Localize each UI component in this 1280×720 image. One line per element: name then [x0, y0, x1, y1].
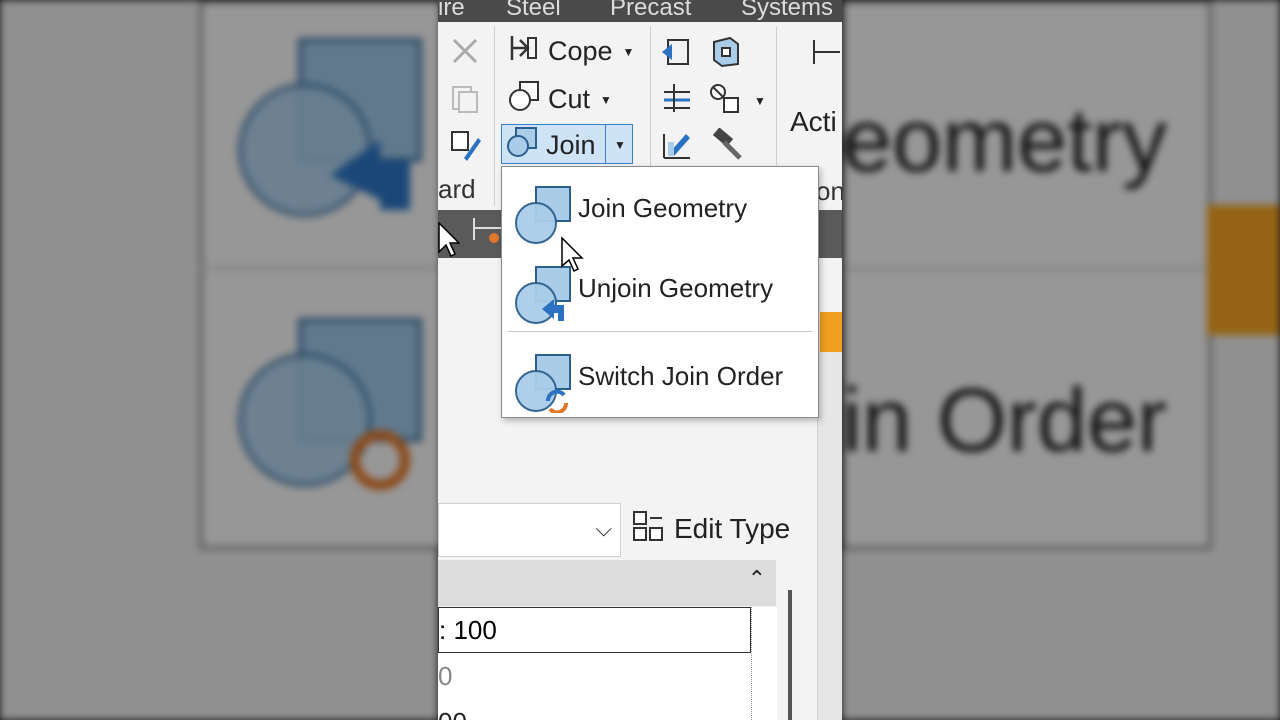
wall-opening-icon[interactable]: [710, 36, 742, 73]
properties-scrollbar[interactable]: [788, 590, 792, 720]
property-row[interactable]: : 100: [438, 607, 751, 653]
properties-group-header[interactable]: ⌃: [438, 560, 776, 606]
cope-dropdown-arrow[interactable]: ▼: [623, 45, 635, 59]
join-split-divider: [605, 125, 606, 163]
hammer-icon[interactable]: [710, 127, 744, 167]
cope-button[interactable]: Cope ▼: [508, 32, 634, 71]
tab-structure[interactable]: ire: [438, 0, 465, 22]
paint-icon[interactable]: [660, 128, 692, 167]
cut-geometry-button[interactable]: Cut ▼: [508, 80, 612, 119]
demolish-icon[interactable]: [708, 82, 742, 119]
clipboard-panel-label: ard: [438, 174, 476, 204]
menu-item-unjoin-geometry[interactable]: Unjoin Geometry: [502, 253, 818, 324]
measure-icon[interactable]: [810, 36, 842, 73]
menu-separator: [508, 331, 812, 332]
cut-scissors-icon[interactable]: [450, 36, 480, 71]
demolish-dropdown-arrow[interactable]: ▼: [754, 94, 766, 108]
property-row[interactable]: 00: [438, 699, 751, 720]
cut-geometry-icon: [508, 80, 540, 119]
cope-icon: [508, 32, 540, 71]
mouse-pointer-icon: [561, 236, 584, 273]
join-dropdown-menu: Join Geometry Unjoin Geometry Switch Joi…: [501, 166, 819, 418]
view-area-edge: [817, 320, 842, 720]
split-face-icon[interactable]: [660, 82, 692, 119]
activate-button-label[interactable]: Acti: [790, 106, 837, 138]
join-button-content[interactable]: Join: [506, 126, 596, 165]
mouse-cursor-icon: [438, 222, 460, 258]
view-tab-marker: [820, 312, 842, 352]
dim-overlay-left: [0, 0, 438, 720]
type-selector-combo[interactable]: ⌵: [438, 503, 621, 557]
match-properties-icon[interactable]: [450, 130, 482, 167]
switch-join-order-icon: [512, 351, 574, 418]
menu-item-switch-join-order[interactable]: Switch Join Order: [502, 341, 818, 415]
join-dropdown-arrow[interactable]: ▼: [614, 138, 626, 152]
chevron-down-icon[interactable]: ⌵: [595, 516, 612, 542]
tab-steel[interactable]: Steel: [506, 0, 561, 22]
property-row[interactable]: 0: [438, 653, 751, 699]
dim-overlay-right: [842, 0, 1280, 720]
ribbon-tab-bar: ire Steel Precast Systems: [438, 0, 842, 22]
join-geometry-icon: [506, 126, 538, 165]
edit-type-button[interactable]: Edit Type: [632, 505, 790, 553]
tab-systems[interactable]: Systems: [741, 0, 833, 22]
edit-type-icon: [632, 510, 664, 549]
collapse-icon[interactable]: ⌃: [748, 566, 766, 592]
copy-icon[interactable]: [450, 84, 480, 119]
tab-precast[interactable]: Precast: [610, 0, 691, 22]
menu-item-join-geometry[interactable]: Join Geometry: [502, 173, 818, 244]
cut-dropdown-arrow[interactable]: ▼: [600, 93, 612, 107]
attach-top-base-icon[interactable]: [660, 36, 692, 73]
panel-label-right: on: [816, 176, 842, 206]
